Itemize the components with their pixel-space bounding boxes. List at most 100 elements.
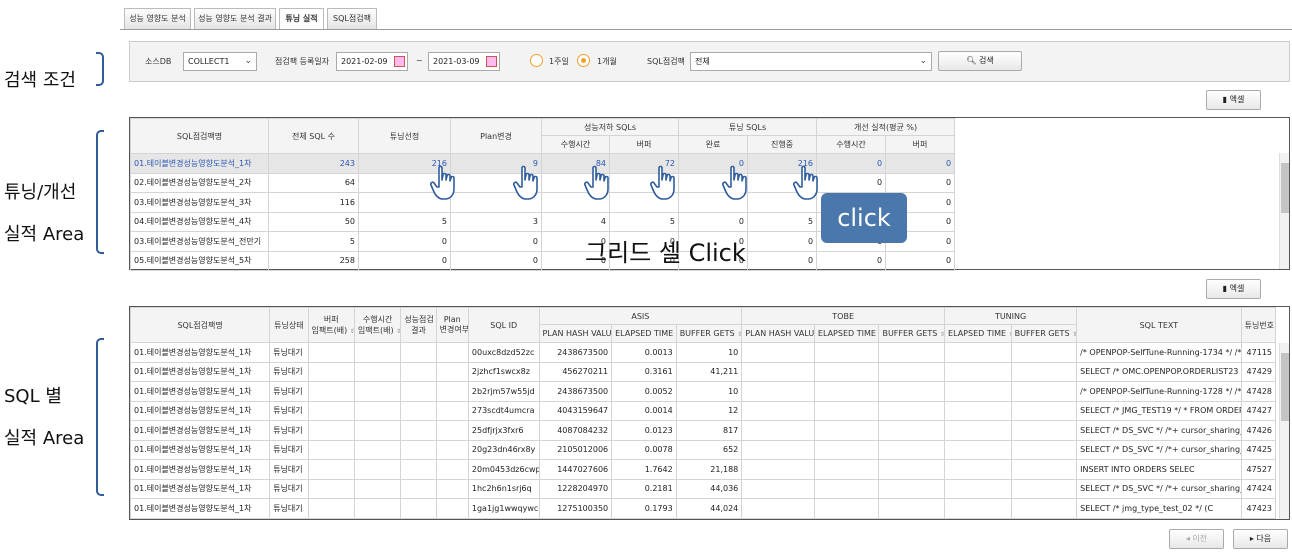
col-degraded-buffer[interactable]: 버퍼 [608, 135, 680, 154]
grid-cell[interactable]: 튜닝대기 [269, 498, 309, 519]
pack-name-cell[interactable]: 03.테이블변경성능영향도분석_전만기 [130, 231, 269, 252]
pack-name-cell[interactable]: 01.테이블변경성능영향도분석_1차 [130, 153, 269, 174]
grid-cell[interactable]: SELECT /* OMC.OPENPOP.ORDERLIST23 */ O [1076, 361, 1242, 382]
empty-cell[interactable] [435, 478, 469, 499]
empty-cell[interactable] [944, 400, 1012, 421]
table-row[interactable]: 01.테이블변경성능영향도분석_1차 튜닝대기 2b2rjm57w55jd 24386… [129, 381, 1277, 402]
grid-cell[interactable]: 47424 [1240, 478, 1277, 499]
empty-cell[interactable] [741, 361, 815, 382]
col-improve-exec[interactable]: 수행시간 [816, 135, 887, 154]
grid-cell[interactable]: 튜닝대기 [269, 439, 309, 460]
grid-cell[interactable]: 01.테이블변경성능영향도분석_1차 [129, 459, 271, 480]
sql-pack-select[interactable]: 전체 ⌄ [690, 52, 932, 71]
col-total-sql[interactable]: 전체 SQL 수 [268, 118, 359, 154]
empty-cell[interactable] [435, 420, 469, 441]
empty-cell[interactable] [400, 361, 437, 382]
empty-cell[interactable] [1010, 439, 1078, 460]
empty-cell[interactable] [878, 420, 946, 441]
grid-cell[interactable]: 0.0123 [611, 420, 677, 441]
empty-cell[interactable] [944, 439, 1012, 460]
empty-cell[interactable] [307, 439, 355, 460]
tab-impact-result[interactable]: 성능 영향도 분석 결과 [194, 8, 276, 29]
count-cell[interactable]: 0 [816, 250, 887, 271]
grid-cell[interactable]: SELECT /* DS_SVC */ /*+ cursor_sharing_e [1076, 478, 1242, 499]
empty-cell[interactable] [353, 498, 402, 519]
source-db-select[interactable]: COLLECT1 ⌄ [183, 52, 257, 71]
grid-cell[interactable]: 0.0014 [611, 400, 677, 421]
grid-cell[interactable]: 2438673500 [538, 381, 613, 402]
empty-cell[interactable] [741, 342, 815, 363]
table-row[interactable]: 01.테이블변경성능영향도분석_1차 튜닝대기 273scdt4umcra 40431… [129, 400, 1277, 421]
table-row[interactable]: 01.테이블변경성능영향도분석_1차 튜닝대기 2jzhcf1swcx8z 45627… [129, 361, 1277, 382]
col-sql-id[interactable]: SQL ID [467, 307, 540, 343]
grid-cell[interactable]: SELECT /* DS_SVC */ /*+ cursor_sharing_e [1076, 439, 1242, 460]
grid-cell[interactable]: 1hc2h6n1srj6q [467, 478, 540, 499]
empty-cell[interactable] [353, 361, 402, 382]
grid-cell[interactable]: 47427 [1240, 400, 1277, 421]
grid-cell[interactable]: 튜닝대기 [269, 459, 309, 480]
empty-cell[interactable] [813, 420, 880, 441]
empty-cell[interactable] [435, 439, 469, 460]
empty-cell[interactable] [944, 498, 1012, 519]
col-tuning-progress[interactable]: 진행중 [747, 135, 818, 154]
empty-cell[interactable] [741, 420, 815, 441]
grid2-scrollbar[interactable] [1279, 343, 1289, 519]
empty-cell[interactable] [307, 498, 355, 519]
col-improve-buffer[interactable]: 버퍼 [885, 135, 956, 154]
grid-cell[interactable]: 튜닝대기 [269, 478, 309, 499]
grid-cell[interactable]: SELECT /* jmg_type_test_02 */ (C [1076, 498, 1242, 519]
sort-icon[interactable]: ⇕ [350, 328, 354, 335]
date-to-input[interactable]: 2021-03-09 [428, 52, 500, 71]
pack-name-cell[interactable]: 04.테이블변경성능영향도분석_4차 [130, 211, 269, 232]
empty-cell[interactable] [741, 478, 815, 499]
sql-results-grid[interactable]: SQL점검팩명 튜닝상태 버퍼 임팩트(배) ⇕ 수행시간 임팩트(배) ⇕ 성능점… [129, 306, 1290, 520]
pack-name-cell[interactable]: 05.테이블변경성능영향도분석_5차 [130, 250, 269, 271]
grid-cell[interactable]: 4043159647 [538, 400, 613, 421]
empty-cell[interactable] [741, 400, 815, 421]
empty-cell[interactable] [400, 439, 437, 460]
sort-icon[interactable]: ⇕ [940, 331, 944, 338]
table-row[interactable]: 01.테이블변경성능영향도분석_1차 튜닝대기 1ga1jg1wwqywc 12751… [129, 498, 1277, 519]
empty-cell[interactable] [353, 420, 402, 441]
empty-cell[interactable] [435, 342, 469, 363]
grid-cell[interactable]: 2b2rjm57w55jd [467, 381, 540, 402]
grid-cell[interactable]: 01.테이블변경성능영향도분석_1차 [129, 381, 271, 402]
grid-cell[interactable]: 2105012006 [538, 439, 613, 460]
col-tuning-selected[interactable]: 튜닝선정 [358, 118, 451, 154]
count-cell[interactable]: 0 [358, 250, 451, 271]
grid1-scrollbar[interactable] [1279, 153, 1289, 269]
empty-cell[interactable] [435, 459, 469, 480]
count-cell[interactable]: 116 [268, 192, 359, 213]
empty-cell[interactable] [353, 439, 402, 460]
pack-name-cell[interactable]: 02.테이블변경성능영향도분석_2차 [130, 172, 269, 193]
empty-cell[interactable] [435, 381, 469, 402]
grid-cell[interactable]: 2438673500 [538, 342, 613, 363]
count-cell[interactable]: 5 [747, 211, 818, 232]
empty-cell[interactable] [813, 361, 880, 382]
col-degraded-exec[interactable]: 수행시간 [541, 135, 610, 154]
grid-cell[interactable]: 10 [675, 342, 743, 363]
grid-cell[interactable]: 47429 [1240, 361, 1277, 382]
grid-cell[interactable]: 456270211 [538, 361, 613, 382]
empty-cell[interactable] [435, 361, 469, 382]
empty-cell[interactable] [813, 400, 880, 421]
search-button[interactable]: 🔍︎ 검색 [938, 51, 1022, 71]
excel-button-bottom[interactable]: ▮ 엑셀 [1206, 279, 1261, 299]
empty-cell[interactable] [813, 381, 880, 402]
empty-cell[interactable] [307, 478, 355, 499]
empty-cell[interactable] [307, 400, 355, 421]
grid-cell[interactable]: 47423 [1240, 498, 1277, 519]
grid-cell[interactable]: 47115 [1240, 342, 1277, 363]
col-tuning-done[interactable]: 완료 [678, 135, 749, 154]
count-cell[interactable]: 0 [450, 250, 542, 271]
empty-cell[interactable] [307, 420, 355, 441]
grid-cell[interactable]: 1ga1jg1wwqywc [467, 498, 540, 519]
grid-cell[interactable]: SELECT /* DS_SVC */ /*+ cursor_sharing_e [1076, 420, 1242, 441]
empty-cell[interactable] [944, 361, 1012, 382]
excel-button-top[interactable]: ▮ 엑셀 [1206, 90, 1261, 110]
empty-cell[interactable] [1010, 381, 1078, 402]
tab-impact-analysis[interactable]: 성능 영향도 분석 [124, 8, 191, 29]
grid-cell[interactable]: 0.3161 [611, 361, 677, 382]
empty-cell[interactable] [878, 478, 946, 499]
grid2-scroll-thumb[interactable] [1281, 353, 1289, 421]
